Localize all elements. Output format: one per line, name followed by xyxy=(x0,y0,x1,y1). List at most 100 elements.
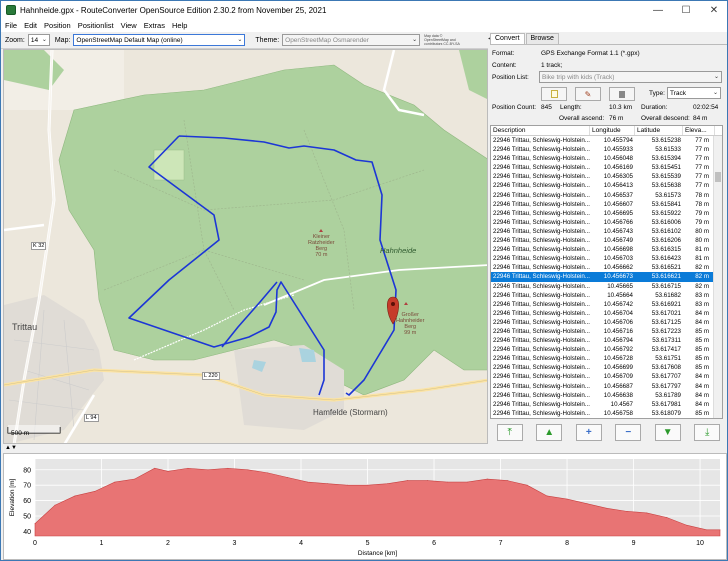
elevation-point xyxy=(154,467,156,469)
new-list-button[interactable] xyxy=(541,87,567,101)
table-row[interactable]: 22946 Trittau, Schleswig-Holstein... 10.4… xyxy=(491,163,722,172)
menu-extras[interactable]: Extras xyxy=(144,21,165,30)
cell-elevation: 84 m xyxy=(695,309,709,317)
table-row[interactable]: 22946 Trittau, Schleswig-Holstein... 10.4… xyxy=(491,136,722,145)
table-row[interactable]: 22946 Trittau, Schleswig-Holstein... 10.4… xyxy=(491,272,722,282)
cell-description: 22946 Trittau, Schleswig-Holstein... xyxy=(493,327,590,335)
scale-label: 500 m xyxy=(11,430,30,437)
table-row[interactable]: 22946 Trittau, Schleswig-Holstein... 10.4… xyxy=(491,300,722,309)
minimize-button[interactable]: — xyxy=(645,1,671,19)
elevation-point xyxy=(719,529,721,531)
cell-latitude: 53.616315 xyxy=(651,246,681,254)
theme-select[interactable]: OpenStreetMap Osmarender ⌄ xyxy=(282,34,421,46)
cell-description: 22946 Trittau, Schleswig-Holstein... xyxy=(493,391,590,399)
move-top-button[interactable]: ⤒ xyxy=(496,423,523,441)
table-row[interactable]: 22946 Trittau, Schleswig-Holstein... 10.4… xyxy=(491,227,722,236)
elevation-point xyxy=(207,469,209,471)
delete-list-button[interactable] xyxy=(609,87,635,101)
move-bottom-button[interactable]: ⤓ xyxy=(694,423,721,441)
cell-latitude: 53.616102 xyxy=(651,227,681,235)
table-row[interactable]: 22946 Trittau, Schleswig-Holstein... 10.4… xyxy=(491,363,722,372)
menu-help[interactable]: Help xyxy=(172,21,187,30)
elevation-chart[interactable]: 40 50 60 70 80 0 1 2 3 4 5 6 7 8 9 10 Distance [km] Eleva… xyxy=(4,454,726,559)
map-select[interactable]: OpenStreetMap Default Map (online) ⌄ xyxy=(73,34,246,46)
table-row[interactable]: 22946 Trittau, Schleswig-Holstein... 10.4… xyxy=(491,172,722,181)
table-row[interactable]: 22946 Trittau, Schleswig-Holstein... 10.4… xyxy=(491,200,722,209)
tab-browse[interactable]: Browse xyxy=(525,33,559,44)
table-row[interactable]: 22946 Trittau, Schleswig-Holstein... 10.4… xyxy=(491,181,722,190)
elevation-point xyxy=(666,517,668,518)
table-row[interactable]: 22946 Trittau, Schleswig-Holstein... 10.4… xyxy=(491,409,722,418)
x-axis-label: Distance [km] xyxy=(358,550,398,557)
map-view[interactable]: Hahnheide Kleiner Ratzheider Berg 70 m Groß… xyxy=(3,49,488,444)
rename-list-button[interactable]: ✎ xyxy=(575,87,601,101)
table-scrollbar[interactable] xyxy=(713,136,722,418)
cell-description: 22946 Trittau, Schleswig-Holstein... xyxy=(493,309,590,317)
elevation-profile[interactable]: 40 50 60 70 80 0 1 2 3 4 5 6 7 8 9 10 Distance [km] Eleva… xyxy=(3,453,727,560)
elevation-toggle-icon[interactable]: ▲▼ xyxy=(5,445,17,451)
col-description[interactable]: Description xyxy=(491,126,590,135)
table-row[interactable]: 22946 Trittau, Schleswig-Holstein... 10.4… xyxy=(491,154,722,163)
move-up-button[interactable]: ▲ xyxy=(536,423,563,441)
remove-position-button[interactable]: − xyxy=(615,423,642,441)
cell-description: 22946 Trittau, Schleswig-Holstein... xyxy=(493,373,590,381)
cell-description: 22946 Trittau, Schleswig-Holstein... xyxy=(493,146,590,154)
scrollbar-thumb[interactable] xyxy=(715,172,721,182)
menu-positionlist[interactable]: Positionlist xyxy=(78,21,114,30)
table-row[interactable]: 22946 Trittau, Schleswig-Holstein... 10.4… xyxy=(491,354,722,363)
table-row[interactable]: 22946 Trittau, Schleswig-Holstein... 10.4… xyxy=(491,282,722,291)
table-row[interactable]: 22946 Trittau, Schleswig-Holstein... 10.4… xyxy=(491,336,722,345)
poscount-label: Position Count: xyxy=(492,104,537,111)
table-row[interactable]: 22946 Trittau, Schleswig-Holstein... 10.4… xyxy=(491,400,722,409)
cell-latitude: 53.616715 xyxy=(651,282,681,290)
maximize-button[interactable]: ☐ xyxy=(673,1,699,19)
table-row[interactable]: 22946 Trittau, Schleswig-Holstein... 10.4… xyxy=(491,245,722,254)
zoom-value: 14 xyxy=(30,36,39,44)
table-row[interactable]: 22946 Trittau, Schleswig-Holstein... 10.4… xyxy=(491,318,722,327)
table-row[interactable]: 22946 Trittau, Schleswig-Holstein... 10.4… xyxy=(491,254,722,263)
table-row[interactable]: 22946 Trittau, Schleswig-Holstein... 10.4… xyxy=(491,236,722,245)
cell-latitude: 53.615394 xyxy=(651,155,681,163)
table-row[interactable]: 22946 Trittau, Schleswig-Holstein... 10.4… xyxy=(491,372,722,381)
table-row[interactable]: 22946 Trittau, Schleswig-Holstein... 10.4… xyxy=(491,191,722,200)
menu-file[interactable]: File xyxy=(5,21,17,30)
menu-view[interactable]: View xyxy=(121,21,137,30)
poslist-select[interactable]: Bike trip with kids (Track) ⌄ xyxy=(539,71,722,83)
table-row[interactable]: 22946 Trittau, Schleswig-Holstein... 10.4… xyxy=(491,345,722,354)
zoom-select[interactable]: 14 ⌄ xyxy=(27,34,50,46)
add-position-button[interactable]: + xyxy=(575,423,602,441)
x-tick-label: 6 xyxy=(432,540,436,547)
move-down-button[interactable]: ▼ xyxy=(654,423,681,441)
menu-position[interactable]: Position xyxy=(44,21,71,30)
table-row[interactable]: 22946 Trittau, Schleswig-Holstein... 10.4… xyxy=(491,145,722,154)
cell-longitude: 10.456537 xyxy=(603,191,633,199)
x-tick-label: 4 xyxy=(299,540,303,547)
window-title: Hahnheide.gpx - RouteConverter OpenSourc… xyxy=(20,5,327,15)
y-tick-label: 50 xyxy=(23,513,31,520)
table-row[interactable]: 22946 Trittau, Schleswig-Holstein... 10.4… xyxy=(491,391,722,400)
type-select[interactable]: Track ⌄ xyxy=(667,87,721,99)
cell-elevation: 84 m xyxy=(695,318,709,326)
table-row[interactable]: 22946 Trittau, Schleswig-Holstein... 10.4… xyxy=(491,291,722,300)
format-value: GPS Exchange Format 1.1 (*.gpx) xyxy=(541,50,640,57)
position-table[interactable]: Description Longitude Latitude Eleva... … xyxy=(490,125,723,419)
elevation-point xyxy=(466,481,468,483)
cell-description: 22946 Trittau, Schleswig-Holstein... xyxy=(493,209,590,217)
table-row[interactable]: 22946 Trittau, Schleswig-Holstein... 10.4… xyxy=(491,327,722,336)
table-row[interactable]: 22946 Trittau, Schleswig-Holstein... 10.4… xyxy=(491,209,722,218)
cell-elevation: 85 m xyxy=(695,364,709,372)
table-row[interactable]: 22946 Trittau, Schleswig-Holstein... 10.4… xyxy=(491,382,722,391)
col-longitude[interactable]: Longitude xyxy=(590,126,635,135)
col-elevation[interactable]: Eleva... xyxy=(683,126,715,135)
table-row[interactable]: 22946 Trittau, Schleswig-Holstein... 10.4… xyxy=(491,309,722,318)
table-row[interactable]: 22946 Trittau, Schleswig-Holstein... 10.4… xyxy=(491,218,722,227)
cell-longitude: 10.456638 xyxy=(603,391,633,399)
x-tick-label: 8 xyxy=(565,540,569,547)
type-value: Track xyxy=(670,89,687,97)
tab-convert[interactable]: Convert xyxy=(490,33,525,44)
menu-edit[interactable]: Edit xyxy=(24,21,37,30)
close-button[interactable]: ✕ xyxy=(701,1,727,19)
label-kleiner-berg: Kleiner Ratzheider Berg 70 m xyxy=(308,234,335,258)
table-row[interactable]: 22946 Trittau, Schleswig-Holstein... 10.4… xyxy=(491,263,722,272)
col-latitude[interactable]: Latitude xyxy=(635,126,683,135)
